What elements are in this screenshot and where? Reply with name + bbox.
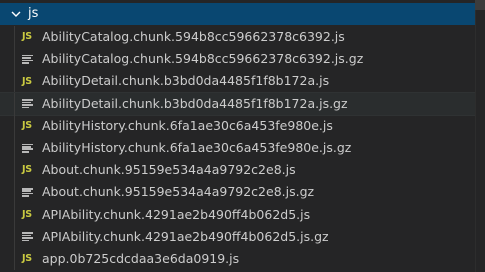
file-row[interactable]: AbilityHistory.chunk.6fa1ae30c6a453fe980…: [0, 136, 475, 160]
file-name: APIAbility.chunk.4291ae2b490ff4b062d5.js…: [42, 228, 329, 244]
js-file-icon: JS: [22, 164, 32, 176]
file-name: AbilityCatalog.chunk.594b8cc59662378c639…: [42, 29, 345, 45]
file-row[interactable]: AbilityCatalog.chunk.594b8cc59662378c639…: [0, 48, 475, 71]
indent-guide: [14, 92, 15, 115]
file-row[interactable]: APIAbility.chunk.4291ae2b490ff4b062d5.js…: [0, 225, 475, 248]
file-row[interactable]: JS AbilityDetail.chunk.b3bd0da4485f1f8b1…: [0, 70, 475, 93]
file-row[interactable]: AbilityDetail.chunk.b3bd0da4485f1f8b172a…: [0, 91, 476, 116]
indent-guide: [14, 114, 15, 137]
archive-file-icon: [22, 187, 36, 197]
vertical-scrollbar[interactable]: [475, 0, 485, 272]
js-file-icon: JS: [22, 75, 32, 87]
file-list: JS AbilityCatalog.chunk.594b8cc59662378c…: [0, 26, 476, 271]
indent-guide: [14, 203, 15, 226]
indent-guide: [14, 136, 15, 160]
indent-guide: [14, 247, 15, 271]
js-file-icon: JS: [22, 120, 32, 132]
file-row[interactable]: JS AbilityHistory.chunk.6fa1ae30c6a453fe…: [0, 114, 475, 137]
file-name: app.0b725cdcdaa3e6da0919.js: [42, 250, 240, 266]
scrollbar-thumb[interactable]: [475, 0, 485, 10]
file-name: AbilityHistory.chunk.6fa1ae30c6a453fe980…: [42, 117, 333, 133]
archive-file-icon: [22, 143, 36, 153]
indent-guide: [14, 159, 15, 182]
indent-guide: [14, 26, 15, 49]
file-row[interactable]: About.chunk.95159e534a4a9792c2e8.js.gz: [0, 181, 475, 204]
file-name: About.chunk.95159e534a4a9792c2e8.js: [42, 162, 296, 178]
file-name: AbilityDetail.chunk.b3bd0da4485f1f8b172a…: [42, 73, 330, 89]
folder-js[interactable]: js: [0, 3, 475, 25]
chevron-down-icon[interactable]: [10, 8, 22, 20]
file-name: About.chunk.95159e534a4a9792c2e8.js.gz: [42, 184, 315, 200]
file-row[interactable]: JS app.0b725cdcdaa3e6da0919.js: [0, 247, 475, 271]
file-name: AbilityDetail.chunk.b3bd0da4485f1f8b172a…: [42, 95, 348, 111]
file-explorer: js JS AbilityCatalog.chunk.594b8cc596623…: [0, 0, 485, 272]
file-row[interactable]: JS APIAbility.chunk.4291ae2b490ff4b062d5…: [0, 203, 475, 226]
indent-guide: [14, 70, 15, 93]
file-row[interactable]: JS AbilityCatalog.chunk.594b8cc59662378c…: [0, 26, 475, 49]
indent-guide: [14, 181, 15, 204]
js-file-icon: JS: [22, 31, 32, 43]
archive-file-icon: [22, 232, 36, 242]
js-file-icon: JS: [22, 208, 32, 220]
folder-label: js: [28, 6, 39, 21]
archive-file-icon: [22, 54, 36, 64]
indent-guide: [14, 48, 15, 71]
js-file-icon: JS: [22, 253, 32, 265]
file-name: APIAbility.chunk.4291ae2b490ff4b062d5.js: [42, 206, 311, 222]
archive-file-icon: [22, 99, 36, 109]
file-name: AbilityCatalog.chunk.594b8cc59662378c639…: [42, 51, 364, 67]
file-name: AbilityHistory.chunk.6fa1ae30c6a453fe980…: [42, 140, 352, 156]
indent-guide: [14, 225, 15, 248]
file-row[interactable]: JS About.chunk.95159e534a4a9792c2e8.js: [0, 159, 475, 182]
